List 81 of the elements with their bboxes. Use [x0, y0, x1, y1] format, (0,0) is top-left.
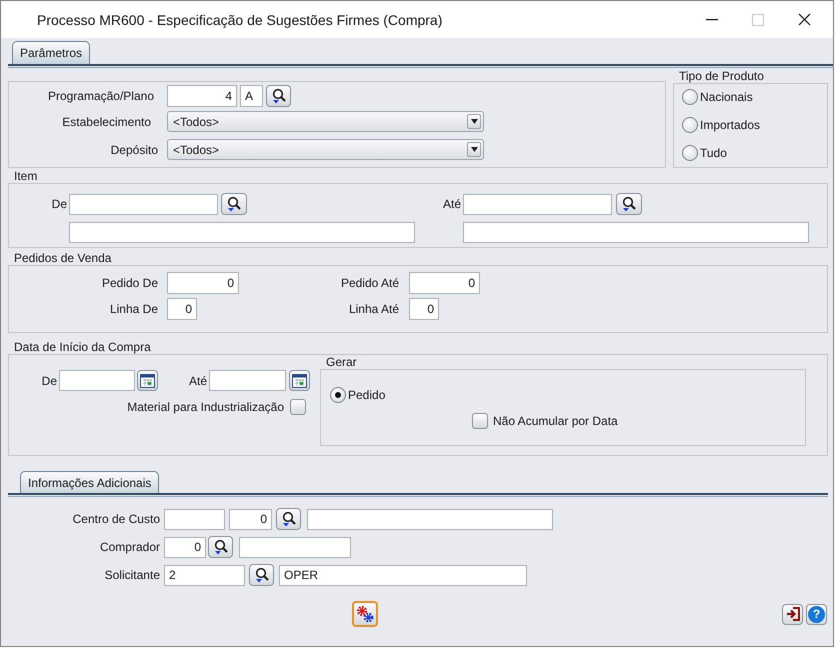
text-field[interactable] — [463, 222, 809, 243]
close-icon — [798, 13, 810, 26]
radio-button[interactable] — [682, 89, 698, 105]
text-field[interactable] — [463, 194, 612, 214]
text-field[interactable]: 0 — [409, 298, 439, 320]
search-button[interactable] — [221, 193, 247, 215]
text-field[interactable]: 2 — [164, 564, 245, 586]
tab[interactable]: Parâmetros — [12, 41, 90, 64]
text-field[interactable]: 0 — [164, 536, 206, 558]
radio-label: Importados — [700, 118, 760, 132]
search-button[interactable] — [276, 508, 301, 530]
radio-button[interactable] — [682, 117, 698, 133]
field-label: Até — [442, 197, 461, 211]
search-icon — [280, 511, 296, 527]
search-icon — [226, 196, 242, 212]
field-label: De — [40, 374, 57, 388]
text-field[interactable]: OPER — [279, 564, 527, 586]
radio-button[interactable] — [330, 387, 346, 403]
field-label: Até — [188, 374, 207, 388]
group-title: Pedidos de Venda — [13, 251, 112, 265]
field-label: Centro de Custo — [72, 512, 160, 526]
field-label: Pedido De — [100, 276, 158, 290]
checkbox-label: Não Acumular por Data — [493, 414, 618, 428]
field-label: Material para Industrialização — [126, 400, 284, 414]
calendar-button[interactable] — [289, 370, 310, 391]
text-field[interactable]: A — [240, 85, 263, 107]
calendar-button[interactable] — [137, 370, 158, 391]
exit-icon — [786, 607, 800, 621]
text-field[interactable]: 0 — [229, 508, 272, 530]
help-button[interactable]: ? — [806, 604, 827, 624]
field-label: De — [50, 197, 67, 211]
search-button[interactable] — [249, 564, 274, 586]
field-label: Pedido Até — [340, 276, 399, 290]
caret-icon — [470, 147, 478, 152]
search-icon — [270, 88, 286, 104]
caret-icon — [470, 119, 478, 124]
run-button[interactable] — [352, 601, 378, 627]
search-button[interactable] — [616, 193, 642, 215]
maximize-icon — [752, 14, 764, 26]
radio-label: Pedido — [348, 388, 386, 402]
search-icon — [254, 567, 270, 583]
radio-label: Nacionais — [700, 90, 753, 104]
text-field[interactable]: 0 — [167, 298, 197, 320]
dropdown[interactable]: <Todos> — [167, 111, 484, 132]
search-button[interactable] — [208, 536, 233, 558]
group-title: Tipo de Produto — [678, 69, 765, 83]
exit-button[interactable] — [782, 604, 803, 624]
radio-label: Tudo — [700, 146, 727, 160]
text-field[interactable]: 0 — [167, 272, 239, 294]
dropdown[interactable]: <Todos> — [167, 139, 484, 160]
text-field[interactable] — [239, 536, 351, 558]
group-title: Item — [13, 169, 38, 183]
field-label: Depósito — [110, 142, 158, 156]
text-field[interactable] — [69, 222, 415, 243]
window-title: Processo MR600 - Especificação de Sugestões Firmes (Compra) — [37, 12, 442, 28]
text-field[interactable]: 0 — [409, 272, 480, 294]
text-field[interactable] — [307, 508, 553, 530]
tab[interactable]: Informações Adicionais — [20, 470, 160, 494]
minimize-icon — [706, 18, 718, 20]
calendar-icon — [292, 374, 307, 388]
text-field[interactable]: 4 — [167, 85, 237, 107]
field-label: Estabelecimento — [61, 114, 151, 128]
group-title: Data de Início da Compra — [13, 340, 152, 354]
text-field[interactable] — [209, 370, 286, 391]
field-label: Solicitante — [104, 568, 160, 582]
text-field[interactable] — [59, 370, 135, 391]
group-title: Gerar — [325, 355, 358, 369]
radio-button[interactable] — [682, 145, 698, 161]
checkbox[interactable] — [290, 399, 306, 415]
field-label: Linha De — [108, 302, 158, 316]
gears-icon — [356, 605, 374, 623]
search-icon — [621, 196, 637, 212]
search-icon — [212, 539, 228, 555]
field-label: Programação/Plano — [46, 89, 154, 103]
field-label: Comprador — [98, 540, 160, 554]
text-field[interactable] — [69, 194, 218, 214]
field-label: Linha Até — [348, 302, 399, 316]
calendar-icon — [140, 374, 155, 388]
text-field[interactable] — [164, 508, 225, 530]
search-button[interactable] — [266, 85, 291, 107]
checkbox[interactable] — [472, 413, 488, 429]
